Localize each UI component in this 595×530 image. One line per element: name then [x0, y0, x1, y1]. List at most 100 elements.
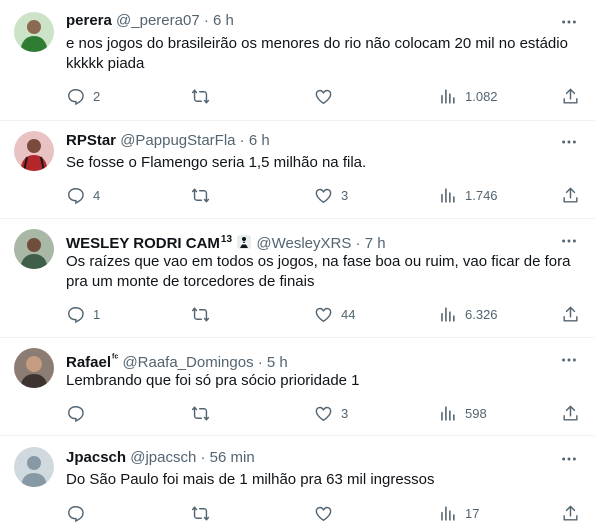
display-name[interactable]: Rafael	[66, 354, 111, 371]
separator: ·	[239, 132, 245, 149]
reply-button[interactable]	[66, 503, 93, 523]
views-icon	[441, 505, 455, 521]
user-handle[interactable]: @PappugStarFla	[120, 132, 235, 149]
avatar-image	[14, 348, 54, 388]
retweet-icon	[191, 187, 210, 203]
avatar[interactable]	[14, 348, 54, 388]
retweet-icon	[191, 306, 210, 322]
like-button[interactable]: 3	[314, 403, 348, 423]
heart-icon	[315, 506, 332, 521]
like-button[interactable]	[314, 503, 341, 523]
reply-button[interactable]: 1	[66, 304, 100, 324]
display-name[interactable]: perera	[66, 12, 112, 29]
karate-icon	[236, 234, 252, 250]
share-icon	[563, 405, 578, 421]
views-button[interactable]: 1.746	[438, 185, 498, 205]
view-count: 598	[465, 405, 487, 421]
views-icon	[441, 306, 455, 322]
action-bar: 4 3 1.746	[66, 185, 586, 205]
tweet-header: Jpacsch @jpacsch · 56 min	[66, 448, 255, 468]
reply-button[interactable]: 4	[66, 185, 100, 205]
user-handle[interactable]: @WesleyXRS	[256, 235, 351, 252]
avatar[interactable]	[14, 131, 54, 171]
avatar-image	[14, 229, 54, 269]
retweet-button[interactable]	[191, 86, 218, 106]
reply-icon	[68, 405, 84, 422]
tweet[interactable]: Rafaelᶠᶜ @Raafa_Domingos · 5 h Lembrando…	[0, 338, 595, 435]
reply-icon	[68, 505, 84, 522]
share-icon	[563, 505, 578, 521]
like-count: 44	[341, 306, 356, 322]
default-avatar-icon	[14, 447, 54, 487]
tweet-text: e nos jogos do brasileirão os menores do…	[66, 35, 568, 72]
tweet[interactable]: WESLEY RODRI CAM13 @WesleyXRS · 7 h Os r…	[0, 219, 595, 337]
views-button[interactable]: 6.326	[438, 304, 498, 324]
more-icon[interactable]	[559, 12, 579, 32]
share-button[interactable]	[561, 403, 580, 423]
retweet-icon	[191, 88, 210, 104]
reply-button[interactable]	[66, 403, 93, 423]
reply-count: 2	[93, 88, 101, 104]
view-count: 1.746	[465, 187, 498, 203]
reply-button[interactable]: 2	[66, 86, 100, 106]
display-name[interactable]: WESLEY RODRI CAM	[66, 235, 220, 252]
retweet-button[interactable]	[191, 185, 218, 205]
share-icon	[563, 88, 578, 104]
timestamp[interactable]: 56 min	[210, 449, 255, 466]
share-icon	[563, 306, 578, 322]
timestamp[interactable]: 6 h	[249, 132, 270, 149]
reply-icon	[68, 187, 84, 204]
views-button[interactable]: 598	[438, 403, 487, 423]
timestamp[interactable]: 5 h	[267, 354, 288, 371]
avatar[interactable]	[14, 447, 54, 487]
views-button[interactable]: 1.082	[438, 86, 498, 106]
retweet-button[interactable]	[191, 503, 218, 523]
view-count: 17	[465, 505, 480, 521]
like-count: 3	[341, 187, 349, 203]
tweet[interactable]: RPStar @PappugStarFla · 6 h Se fosse o F…	[0, 121, 595, 218]
tweet-text: Os raízes que vao em todos os jogos, na …	[66, 253, 571, 290]
user-handle[interactable]: @jpacsch	[130, 449, 196, 466]
action-bar: 3 598	[66, 403, 586, 423]
heart-icon	[315, 406, 332, 421]
tweet[interactable]: Jpacsch @jpacsch · 56 min Do São Paulo f…	[0, 436, 595, 530]
user-handle[interactable]: @Raafa_Domingos	[122, 354, 253, 371]
views-button[interactable]: 17	[438, 503, 479, 523]
retweet-icon	[191, 405, 210, 421]
share-icon	[563, 187, 578, 203]
more-icon[interactable]	[559, 449, 579, 469]
retweet-icon	[191, 505, 210, 521]
share-button[interactable]	[561, 304, 580, 324]
separator: ·	[355, 235, 361, 252]
display-name[interactable]: Jpacsch	[66, 449, 126, 466]
like-button[interactable]: 3	[314, 185, 348, 205]
more-icon[interactable]	[559, 132, 579, 152]
timestamp[interactable]: 6 h	[213, 12, 234, 29]
views-icon	[441, 88, 455, 104]
tweet-header: WESLEY RODRI CAM13 @WesleyXRS · 7 h	[66, 230, 386, 254]
avatar[interactable]	[14, 12, 54, 52]
more-icon[interactable]	[559, 231, 579, 251]
views-icon	[441, 405, 455, 421]
timestamp[interactable]: 7 h	[365, 235, 386, 252]
tweet-header: RPStar @PappugStarFla · 6 h	[66, 131, 270, 151]
view-count: 1.082	[465, 88, 498, 104]
views-icon	[441, 187, 455, 203]
retweet-button[interactable]	[191, 403, 218, 423]
like-button[interactable]	[314, 86, 341, 106]
name-badge: ᶠᶜ	[112, 353, 119, 364]
display-name[interactable]: RPStar	[66, 132, 116, 149]
avatar[interactable]	[14, 229, 54, 269]
action-bar: 2 1.082	[66, 86, 586, 106]
retweet-button[interactable]	[191, 304, 218, 324]
separator: ·	[200, 449, 206, 466]
heart-icon	[315, 89, 332, 104]
like-button[interactable]: 44	[314, 304, 355, 324]
share-button[interactable]	[561, 86, 580, 106]
share-button[interactable]	[561, 185, 580, 205]
view-count: 6.326	[465, 306, 498, 322]
tweet[interactable]: perera @_perera07 · 6 h e nos jogos do b…	[0, 0, 595, 120]
more-icon[interactable]	[559, 350, 579, 370]
user-handle[interactable]: @_perera07	[116, 12, 200, 29]
share-button[interactable]	[561, 503, 580, 523]
